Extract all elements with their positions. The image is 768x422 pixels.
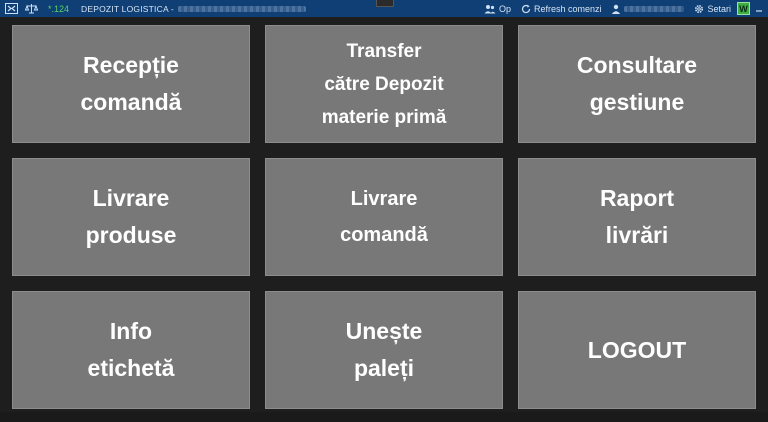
depot-title: DEPOZIT LOGISTICA -	[81, 3, 174, 14]
tile-label: LOGOUT	[587, 336, 687, 363]
tile-raport-livrari[interactable]: Raport livrări	[518, 158, 756, 276]
tile-info-eticheta[interactable]: Info etichetă	[12, 291, 250, 409]
redacted-username	[624, 5, 685, 12]
tile-logout[interactable]: LOGOUT	[518, 291, 756, 409]
tile-transfer-depozit[interactable]: Transfer către Depozit materie primă	[265, 25, 503, 143]
settings-button[interactable]: Setari	[694, 4, 731, 14]
ip-indicator: *.124	[48, 4, 69, 14]
tile-label: Info etichetă	[87, 318, 175, 381]
refresh-orders-button[interactable]: Refresh comenzi	[521, 3, 602, 14]
main-menu-grid: Recepție comandă Transfer către Depozit …	[12, 25, 756, 409]
tile-label: Livrare produse	[85, 185, 177, 248]
refresh-orders-label: Refresh comenzi	[533, 3, 602, 14]
operators-label: Op	[498, 3, 511, 14]
tile-livrare-produse[interactable]: Livrare produse	[12, 158, 250, 276]
gear-icon	[694, 4, 704, 14]
ip-text: *.124	[48, 3, 70, 14]
user-icon	[611, 4, 621, 14]
w-badge-icon[interactable]: W	[737, 2, 750, 15]
scale-icon[interactable]	[24, 3, 38, 15]
tile-label: Recepție comandă	[80, 52, 182, 115]
tile-label: Consultare gestiune	[576, 52, 698, 115]
redacted-text	[177, 5, 306, 12]
tile-uneste-paleti[interactable]: Unește paleți	[265, 291, 503, 409]
user-menu[interactable]	[611, 4, 685, 14]
tile-livrare-comanda[interactable]: Livrare comandă	[265, 158, 503, 276]
tile-label: Unește paleți	[345, 318, 423, 381]
drag-handle[interactable]	[376, 0, 394, 7]
bottom-strip	[0, 412, 768, 422]
tile-label: Raport livrări	[599, 185, 675, 248]
users-icon	[484, 4, 496, 14]
tile-label: Transfer către Depozit materie primă	[321, 40, 447, 128]
refresh-icon	[521, 4, 531, 14]
minimize-icon[interactable]	[754, 4, 764, 14]
operators-button[interactable]: Op	[484, 4, 511, 14]
tile-label: Livrare comandă	[340, 188, 428, 246]
settings-label: Setari	[707, 3, 731, 14]
tile-receptie-comanda[interactable]: Recepție comandă	[12, 25, 250, 143]
app-logo-icon	[4, 3, 18, 15]
tile-consultare-gestiune[interactable]: Consultare gestiune	[518, 25, 756, 143]
